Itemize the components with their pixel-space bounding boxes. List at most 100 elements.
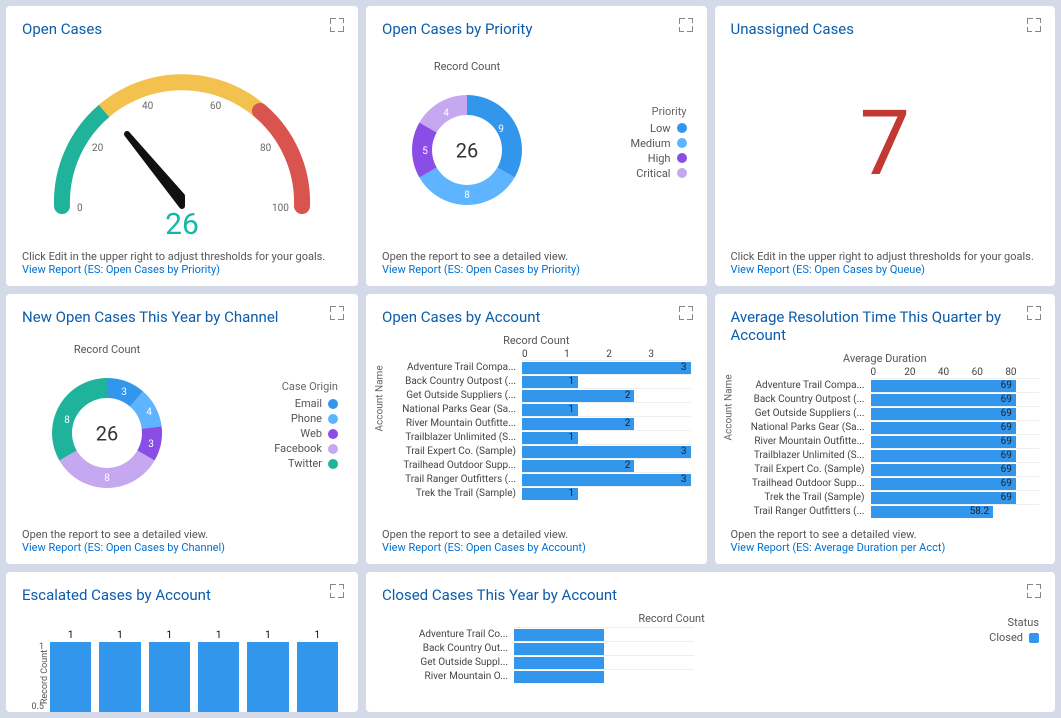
svg-text:8: 8: [464, 190, 470, 201]
bar-row: Back Country Outpost (...1: [382, 374, 691, 388]
card-title: Open Cases by Priority: [382, 20, 691, 38]
bar-row: Trailblazer Unlimited (S...1: [382, 430, 691, 444]
view-report-link[interactable]: View Report (ES: Open Cases by Account): [382, 541, 691, 554]
expand-icon[interactable]: [1027, 18, 1041, 32]
bar-column: 1: [297, 642, 338, 712]
card-escalated-cases-by-account: Escalated Cases by Account Record Count …: [6, 572, 358, 712]
view-report-link[interactable]: View Report (ES: Open Cases by Priority): [22, 263, 342, 276]
bar-row: Back Country Out...: [394, 641, 949, 655]
y-axis-label: Account Name: [723, 374, 734, 440]
bar-column: 1: [198, 642, 239, 712]
bar-column: 1: [50, 642, 91, 712]
view-report-link[interactable]: View Report (ES: Open Cases by Queue): [731, 263, 1040, 276]
donut-center-value: 26: [456, 138, 478, 162]
bar-chart: Record Count Adventure Trail Co...Back C…: [382, 612, 949, 683]
bar-column: 1: [99, 642, 140, 712]
svg-text:4: 4: [146, 407, 152, 418]
bar-row: Trailblazer Unlimited (S...69: [731, 448, 1040, 462]
bar-row: Trail Ranger Outfitters (...3: [382, 472, 691, 486]
bar-row: Trek the Trail (Sample)69: [731, 490, 1040, 504]
bar-chart: 1 0.5 0 111111: [22, 642, 342, 712]
gauge-tick-80: 80: [260, 143, 272, 154]
legend-item: Critical: [552, 167, 687, 180]
card-title: Open Cases: [22, 20, 342, 38]
expand-icon[interactable]: [679, 306, 693, 320]
legend-item: Web: [192, 427, 338, 440]
bar-row: Trek the Trail (Sample)1: [382, 486, 691, 500]
bar-row: River Mountain Outfitte...69: [731, 434, 1040, 448]
card-open-cases-by-account: Open Cases by Account Account Name Recor…: [366, 294, 707, 564]
legend-item: Medium: [552, 137, 687, 150]
expand-icon[interactable]: [679, 18, 693, 32]
svg-text:5: 5: [422, 146, 428, 157]
card-title: Open Cases by Account: [382, 308, 691, 326]
bar-row: Trail Expert Co. (Sample)69: [731, 462, 1040, 476]
view-report-link[interactable]: View Report (ES: Open Cases by Channel): [22, 541, 342, 554]
card-title: Average Resolution Time This Quarter by …: [731, 308, 1040, 344]
expand-icon[interactable]: [330, 306, 344, 320]
chart-label: Record Count: [434, 60, 501, 73]
card-avg-resolution-time: Average Resolution Time This Quarter by …: [715, 294, 1056, 564]
legend-item: Twitter: [192, 457, 338, 470]
metric-display: 7: [731, 46, 1040, 240]
card-hint: Click Edit in the upper right to adjust …: [731, 250, 1040, 263]
bar-column: 1: [247, 642, 288, 712]
bar-chart: Average Duration 020406080Adventure Trai…: [731, 352, 1040, 518]
bar-row: Get Outside Suppliers (...2: [382, 388, 691, 402]
y-axis-label: Account Name: [375, 365, 386, 431]
card-hint: Open the report to see a detailed view.: [382, 250, 691, 263]
bar-row: River Mountain O...: [394, 669, 949, 683]
bar-row: Get Outside Suppl...: [394, 655, 949, 669]
bar-row: Get Outside Suppliers (...69: [731, 406, 1040, 420]
view-report-link[interactable]: View Report (ES: Open Cases by Priority): [382, 263, 691, 276]
svg-text:3: 3: [148, 439, 154, 450]
bar-row: Trailhead Outdoor Supp...69: [731, 476, 1040, 490]
metric-value: 7: [859, 91, 910, 196]
legend-item: Closed: [949, 631, 1039, 644]
bar-row: Adventure Trail Compa...3: [382, 360, 691, 374]
expand-icon[interactable]: [1027, 306, 1041, 320]
gauge-chart: 0 20 40 60 80 100 26: [22, 46, 342, 240]
bar-row: Trailhead Outdoor Supp...2: [382, 458, 691, 472]
gauge-value: 26: [165, 207, 199, 236]
expand-icon[interactable]: [330, 18, 344, 32]
chart-label: Record Count: [382, 334, 691, 347]
bar-row: Adventure Trail Compa...69: [731, 378, 1040, 392]
chart-label: Average Duration: [731, 352, 1040, 365]
gauge-tick-100: 100: [272, 203, 289, 214]
gauge-tick-40: 40: [142, 101, 154, 112]
legend-title: Status: [949, 616, 1039, 629]
view-report-link[interactable]: View Report (ES: Average Duration per Ac…: [731, 541, 1040, 554]
bar-row: National Parks Gear (Sa...1: [382, 402, 691, 416]
expand-icon[interactable]: [330, 584, 344, 598]
bar-row: Back Country Outpost (...69: [731, 392, 1040, 406]
card-hint: Open the report to see a detailed view.: [22, 528, 342, 541]
card-hint: Open the report to see a detailed view.: [382, 528, 691, 541]
card-hint: Click Edit in the upper right to adjust …: [22, 250, 342, 263]
gauge-tick-60: 60: [210, 101, 222, 112]
card-title: Closed Cases This Year by Account: [382, 586, 1039, 604]
legend: Priority Low Medium High Critical: [552, 105, 691, 182]
gauge-tick-20: 20: [92, 143, 104, 154]
card-title: Unassigned Cases: [731, 20, 1040, 38]
bar-row: Adventure Trail Co...: [394, 627, 949, 641]
card-title: Escalated Cases by Account: [22, 586, 342, 604]
donut-center-value: 26: [96, 421, 118, 445]
svg-text:3: 3: [121, 387, 127, 398]
bar-row: Trail Expert Co. (Sample)3: [382, 444, 691, 458]
dashboard-grid: Open Cases 0 20 40 60 80 100 26 Click Ed…: [6, 6, 1055, 712]
legend: Status Closed: [949, 612, 1039, 683]
legend-item: Low: [552, 122, 687, 135]
svg-text:8: 8: [64, 415, 70, 426]
legend: Case Origin Email Phone Web Facebook Twi…: [192, 380, 342, 472]
expand-icon[interactable]: [1027, 584, 1041, 598]
bar-chart: Record Count 0123Adventure Trail Compa..…: [382, 334, 691, 500]
donut-chart: Record Count 9 8 5 4 26 Priority Low Med…: [382, 46, 691, 240]
svg-text:8: 8: [104, 473, 110, 484]
card-hint: Open the report to see a detailed view.: [731, 528, 1040, 541]
card-unassigned-cases: Unassigned Cases 7 Click Edit in the upp…: [715, 6, 1056, 286]
card-closed-cases-by-account: Closed Cases This Year by Account Record…: [366, 572, 1055, 712]
legend-title: Case Origin: [192, 380, 338, 393]
gauge-tick-0: 0: [77, 203, 83, 214]
legend-item: Email: [192, 397, 338, 410]
